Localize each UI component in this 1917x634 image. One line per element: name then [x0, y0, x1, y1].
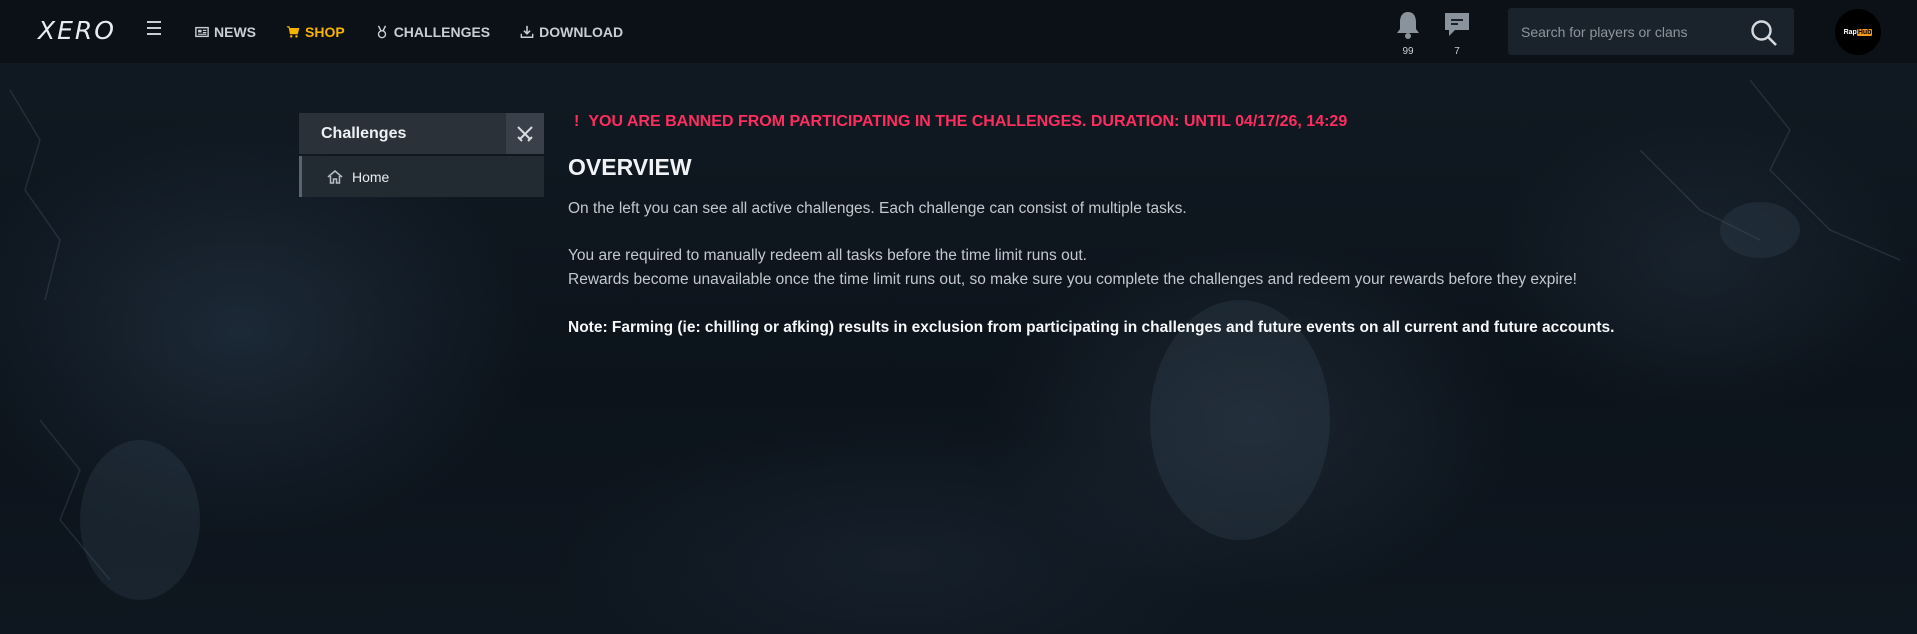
avatar-text: Rap: [1843, 28, 1857, 36]
cart-icon: [286, 25, 300, 38]
notifications-button[interactable]: 99: [1393, 10, 1423, 57]
messages-button[interactable]: 7: [1442, 10, 1472, 57]
rules-paragraph: You are required to manually redeem all …: [568, 244, 1818, 292]
site-logo[interactable]: XERO: [38, 16, 116, 45]
rules-line-1: You are required to manually redeem all …: [568, 247, 1087, 264]
chat-icon: [1445, 13, 1469, 36]
avatar[interactable]: Rap Hub: [1835, 9, 1881, 55]
nav-news[interactable]: NEWS: [195, 24, 256, 40]
home-icon: [327, 169, 343, 184]
nav-shop[interactable]: SHOP: [286, 24, 345, 40]
sidebar-item-home[interactable]: Home: [299, 156, 544, 197]
avatar-badge: Hub: [1856, 28, 1873, 36]
sidebar-toggle-button[interactable]: [506, 113, 544, 154]
top-navbar: XERO NEWS SHOP CHALLENGES DOWNLOAD 99 7 …: [0, 0, 1917, 63]
search-input[interactable]: [1508, 23, 1748, 40]
nav-news-label: NEWS: [214, 23, 256, 40]
nav-challenges[interactable]: CHALLENGES: [375, 24, 490, 40]
intro-paragraph: On the left you can see all active chall…: [568, 200, 1187, 217]
main-nav: NEWS SHOP CHALLENGES DOWNLOAD: [195, 0, 653, 63]
sidebar-item-label: Home: [352, 168, 390, 185]
page-title: OVERVIEW: [568, 154, 692, 180]
main-content: ! YOU ARE BANNED FROM PARTICIPATING IN T…: [568, 113, 1818, 340]
download-icon: [520, 25, 534, 38]
nav-download[interactable]: DOWNLOAD: [520, 24, 623, 40]
search-box: [1508, 8, 1794, 55]
farming-note: Note: Farming (ie: chilling or afking) r…: [568, 319, 1615, 336]
messages-count: 7: [1454, 46, 1460, 57]
newspaper-icon: [195, 26, 209, 37]
search-icon[interactable]: [1750, 19, 1778, 47]
medal-icon: [377, 25, 386, 38]
warning-icon: !: [574, 113, 580, 130]
sidebar-title: Challenges: [321, 124, 407, 142]
nav-download-label: DOWNLOAD: [539, 23, 624, 40]
bell-icon: [1397, 12, 1419, 39]
sidebar-header: Challenges: [299, 113, 544, 154]
ban-notice-text: YOU ARE BANNED FROM PARTICIPATING IN THE…: [588, 113, 1348, 130]
challenges-sidebar: Challenges Home: [299, 113, 544, 197]
rules-line-2: Rewards become unavailable once the time…: [568, 271, 1577, 288]
nav-challenges-label: CHALLENGES: [393, 23, 491, 40]
nav-shop-label: SHOP: [305, 23, 345, 40]
crossed-swords-icon: [517, 125, 533, 142]
notifications-count: 99: [1402, 46, 1414, 57]
ban-notice: ! YOU ARE BANNED FROM PARTICIPATING IN T…: [568, 113, 1818, 131]
menu-icon[interactable]: [147, 21, 161, 35]
